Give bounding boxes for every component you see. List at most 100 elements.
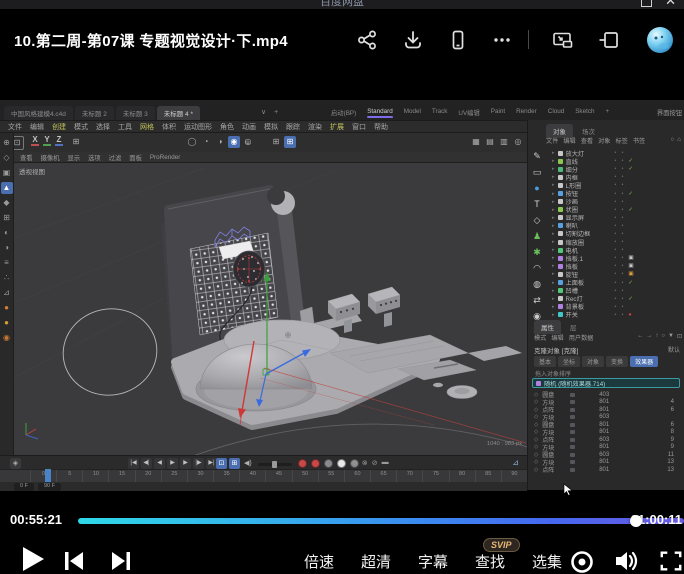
menu-item[interactable]: 体积 [162, 122, 176, 132]
attribute-row[interactable]: 点阵 801 13 [534, 466, 682, 474]
attr-nav-icon[interactable]: ↑ [655, 333, 658, 340]
visibility-dots[interactable] [615, 158, 626, 164]
viewport-menu-item[interactable]: 摄像机 [41, 153, 60, 162]
sound-icon[interactable]: ◀) [244, 459, 252, 467]
layout-tab[interactable]: Paint [486, 106, 510, 120]
menu-item[interactable]: 角色 [220, 122, 234, 132]
slider-knob[interactable] [272, 461, 277, 468]
axis-lock[interactable]: Z [54, 135, 64, 146]
attr-nav-icon[interactable]: ○ [661, 333, 665, 340]
menu-item[interactable]: 跟踪 [286, 122, 300, 132]
snap-icon[interactable]: ⊞ [270, 136, 282, 148]
panel-tab[interactable]: 层 [563, 320, 584, 334]
layout-tab[interactable]: Model [399, 106, 426, 120]
toolbar-icon[interactable]: ◔ [200, 136, 212, 148]
mini-window-icon[interactable] [597, 29, 619, 51]
visibility-dots[interactable] [615, 231, 626, 237]
timeline-toggle[interactable]: ⊞ [229, 458, 240, 469]
visibility-dots[interactable] [615, 280, 626, 286]
transport-button[interactable]: |▶ [193, 458, 204, 469]
mode-icon[interactable]: ◇ [1, 152, 13, 164]
visibility-dots[interactable] [615, 150, 626, 156]
avatar[interactable] [646, 26, 674, 54]
autokey-icon[interactable]: ▬ [382, 459, 389, 467]
attr-menu-item[interactable]: 编辑 [551, 333, 563, 342]
layout-tab[interactable]: UV编辑 [453, 106, 484, 120]
maximize-icon[interactable] [641, 0, 652, 7]
transport-button[interactable]: ▶ [167, 458, 178, 469]
viewport-menu-item[interactable]: ProRender [150, 154, 180, 161]
create-object-icon[interactable]: ✎ [530, 150, 544, 162]
picture-in-picture-icon[interactable] [551, 29, 573, 51]
om-menu-item[interactable]: 标签 [616, 136, 628, 145]
om-menu-item[interactable]: 查看 [581, 136, 593, 145]
mode-icon[interactable]: ▲ [1, 182, 13, 194]
menu-item[interactable]: 模式 [74, 122, 88, 132]
document-tab[interactable]: 未标题 4 * [157, 106, 200, 120]
attribute-pill[interactable]: 效果器 [630, 356, 658, 367]
attribute-pill[interactable]: 基本 [534, 356, 556, 367]
create-object-icon[interactable]: ◠ [530, 262, 544, 274]
mode-icon[interactable]: ● [1, 302, 13, 314]
menu-item[interactable]: 渲染 [308, 122, 322, 132]
next-episode-button[interactable] [109, 549, 133, 573]
document-tab[interactable]: 未标题 3 [116, 106, 155, 120]
toolbar-icon[interactable]: ◉ [228, 136, 240, 148]
player-text-button[interactable]: 超清 [361, 551, 391, 572]
panel-tab[interactable]: 属性 [534, 320, 561, 334]
visibility-dots[interactable] [615, 312, 626, 318]
render-icon[interactable]: ▥ [498, 136, 510, 148]
visibility-dots[interactable] [615, 174, 626, 180]
snap-icon[interactable]: ⊞ [284, 136, 296, 148]
menu-item[interactable]: 编辑 [30, 122, 44, 132]
progress-bar[interactable] [78, 518, 684, 524]
visibility-dots[interactable] [615, 215, 626, 221]
visibility-dots[interactable] [615, 263, 626, 269]
menu-item[interactable]: 窗口 [352, 122, 366, 132]
player-text-button[interactable]: 选集 [532, 551, 562, 572]
attr-nav-icon[interactable]: ← [637, 333, 643, 340]
transport-button[interactable]: ▶ [180, 458, 191, 469]
menu-item[interactable]: 动画 [242, 122, 256, 132]
menu-item[interactable]: 扩展 [330, 122, 344, 132]
layout-tab[interactable]: + [601, 106, 615, 120]
attribute-pill[interactable]: 对象 [582, 356, 604, 367]
document-tab[interactable]: 中国风格建模4.c4d [4, 106, 73, 120]
visibility-dots[interactable] [615, 223, 626, 229]
selected-effector-row[interactable]: 随机 (随机效果器.714) [532, 378, 680, 388]
transport-button[interactable]: |◀ [128, 458, 139, 469]
layout-tab[interactable]: Render [511, 106, 542, 120]
mode-icon[interactable]: ∴ [1, 272, 13, 284]
autokey-icon[interactable]: ⊗ [362, 459, 368, 467]
menu-item[interactable]: 创建 [52, 122, 66, 132]
om-menu-item[interactable]: 对象 [598, 136, 610, 145]
timeline-toggle[interactable]: ⊡ [216, 458, 227, 469]
share-icon[interactable] [356, 29, 378, 51]
document-tab[interactable]: 未标题 2 [75, 106, 114, 120]
viewport-menu-item[interactable]: 面板 [129, 153, 142, 162]
attr-nav-icon[interactable]: ▼ [668, 333, 674, 340]
visibility-dots[interactable] [615, 255, 626, 261]
create-object-icon[interactable]: ♟ [530, 230, 544, 242]
menu-item[interactable]: 帮助 [374, 122, 388, 132]
visibility-dots[interactable] [615, 166, 626, 172]
create-object-icon[interactable]: ● [530, 182, 544, 194]
more-icon[interactable] [491, 29, 513, 51]
mode-icon[interactable]: ⊞ [1, 212, 13, 224]
render-icon[interactable]: ▦ [470, 136, 482, 148]
player-text-button[interactable]: 倍速 [304, 551, 334, 572]
autokey-icon[interactable]: ⊕ [352, 459, 358, 467]
mode-icon[interactable]: ◑ [1, 242, 13, 254]
download-icon[interactable] [402, 29, 424, 51]
toolbar-icon[interactable]: ◑ [214, 136, 226, 148]
attr-menu-item[interactable]: 模式 [534, 333, 546, 342]
visibility-dots[interactable] [615, 207, 626, 213]
viewport-3d[interactable]: 透视视图 1040 : 983 px [14, 163, 527, 455]
record-button[interactable] [311, 459, 320, 468]
create-object-icon[interactable]: ◇ [530, 214, 544, 226]
interface-button[interactable]: 界面按钮 [657, 108, 682, 117]
previous-episode-button[interactable] [62, 549, 86, 573]
menu-item[interactable]: 文件 [8, 122, 22, 132]
viewport-menu-item[interactable]: 显示 [67, 153, 80, 162]
visibility-dots[interactable] [615, 247, 626, 253]
